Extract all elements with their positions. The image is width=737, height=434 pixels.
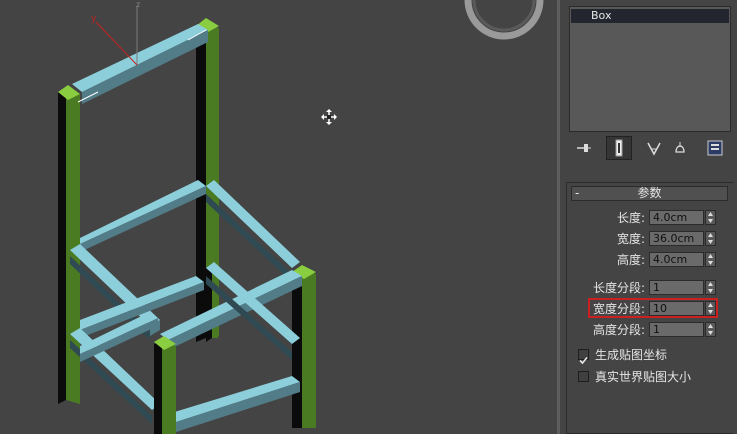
generate-map-coords-label[interactable]: 生成贴图坐标 [595, 347, 667, 363]
height-spinner[interactable] [705, 252, 716, 267]
front-left-leg [154, 336, 176, 434]
back-top-rail[interactable] [72, 24, 208, 104]
width-spinner[interactable] [705, 231, 716, 246]
chair-model[interactable]: y z [0, 0, 557, 434]
height-label: 高度: [616, 253, 645, 267]
length-field[interactable]: 4.0cm [649, 210, 704, 225]
modifier-stack-list[interactable]: Box [569, 6, 731, 132]
checkmark-icon [579, 356, 588, 365]
axis-y-label: y [91, 14, 97, 24]
real-world-map-size-checkbox[interactable] [578, 371, 589, 382]
length-segments-field[interactable]: 1 [649, 280, 704, 295]
pin-stack-icon[interactable] [573, 138, 593, 158]
real-world-map-size-label[interactable]: 真实世界贴图大小 [595, 369, 691, 385]
rollout-title: 参数 [637, 186, 662, 200]
width-label: 宽度: [616, 232, 645, 246]
configure-modifier-sets-icon[interactable] [705, 138, 725, 158]
viewcube-ring[interactable] [464, 0, 544, 40]
right-side-rail [206, 180, 300, 282]
back-middle-rail [80, 180, 206, 252]
length-segments-label: 长度分段: [592, 281, 645, 295]
lower-front-rail [168, 376, 300, 432]
length-spinner[interactable] [705, 210, 716, 225]
remove-modifier-icon[interactable] [670, 138, 690, 158]
back-left-leg [58, 85, 80, 404]
width-field[interactable]: 36.0cm [649, 231, 704, 246]
highlight-box [588, 298, 718, 318]
height-field[interactable]: 4.0cm [649, 252, 704, 267]
height-segments-field[interactable]: 1 [649, 322, 704, 337]
height-segments-label: 高度分段: [592, 323, 645, 337]
make-unique-icon[interactable] [644, 138, 664, 158]
move-cursor-icon [321, 109, 337, 125]
parameters-rollout-header[interactable]: - 参数 [571, 186, 728, 201]
perspective-viewport[interactable]: y z [0, 0, 557, 434]
front-right-leg [292, 265, 316, 428]
modifier-stack-item-box[interactable]: Box [571, 9, 729, 23]
length-segments-spinner[interactable] [705, 280, 716, 295]
height-segments-spinner[interactable] [705, 322, 716, 337]
length-label: 长度: [616, 211, 645, 225]
generate-map-coords-checkbox[interactable] [578, 349, 589, 365]
axis-z-label: z [136, 0, 140, 9]
show-end-result-icon[interactable] [606, 136, 632, 160]
